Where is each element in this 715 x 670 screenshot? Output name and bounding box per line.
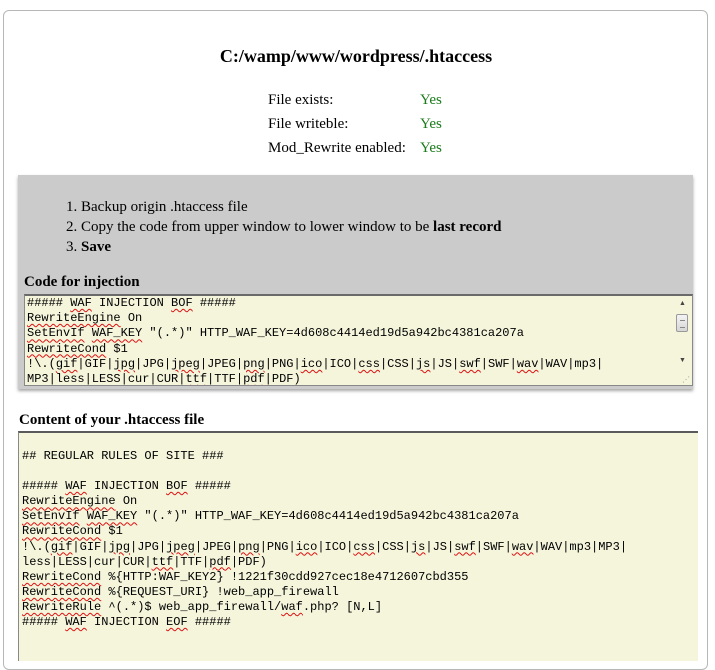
content-line: RewriteCond %{REQUEST_URI} !web_app_fire…: [22, 584, 339, 599]
step-backup: Backup origin .htaccess file: [81, 197, 501, 217]
status-value: Yes: [420, 140, 442, 156]
code-line: !\.(gif|GIF|jpg|JPG|jpeg|JPEG|png|PNG|ic…: [27, 356, 604, 371]
content-line: less|LESS|cur|CUR|ttf|TTF|pdf|PDF): [22, 554, 267, 569]
injection-code-textarea[interactable]: ##### WAF INJECTION BOF ##### RewriteEngi…: [24, 294, 693, 386]
status-label: Mod_Rewrite enabled:: [268, 140, 406, 156]
injection-scrollbar[interactable]: ▲ ▼: [675, 298, 690, 384]
step-save-text: Save: [81, 239, 111, 255]
status-table: File exists: Yes File writeble: Yes Mod_…: [268, 90, 442, 162]
status-row-writable: File writeble: Yes: [268, 114, 442, 138]
instruction-steps: Backup origin .htaccess file Copy the co…: [64, 197, 501, 257]
code-line: MP3|less|LESS|cur|CUR|ttf|TTF|pdf|PDF): [27, 372, 301, 386]
resize-grip-icon[interactable]: ⋰: [682, 375, 690, 384]
code-line: RewriteEngine On: [27, 311, 143, 326]
scroll-down-arrow-icon[interactable]: ▼: [677, 355, 688, 365]
step-save: Save: [81, 237, 501, 257]
status-label: File writeble:: [268, 116, 349, 132]
content-line: ##### WAF INJECTION BOF #####: [22, 479, 231, 494]
content-line: RewriteRule ^(.*)$ web_app_firewall/waf.…: [22, 599, 383, 614]
status-value: Yes: [420, 92, 442, 108]
status-row-mod-rewrite: Mod_Rewrite enabled: Yes: [268, 138, 442, 162]
content-line: SetEnvIf WAF_KEY "(.*)" HTTP_WAF_KEY=4d6…: [22, 509, 519, 524]
code-line: ##### WAF INJECTION BOF #####: [27, 296, 236, 310]
code-line: SetEnvIf WAF_KEY "(.*)" HTTP_WAF_KEY=4d6…: [27, 326, 524, 341]
content-line: RewriteCond %{HTTP:WAF_KEY2} !1221f30cdd…: [22, 569, 469, 584]
step-copy-emphasis: last record: [433, 219, 502, 235]
step-copy: Copy the code from upper window to lower…: [81, 217, 501, 237]
scroll-up-arrow-icon[interactable]: ▲: [677, 298, 688, 308]
instructions-box: Backup origin .htaccess file Copy the co…: [18, 175, 693, 389]
code-line: RewriteCond $1: [27, 341, 128, 356]
content-line: [22, 464, 627, 479]
content-line: RewriteCond $1: [22, 524, 123, 539]
file-path-title: C:/wamp/www/wordpress/.htaccess: [219, 46, 493, 66]
htaccess-content-textarea[interactable]: ## REGULAR RULES OF SITE ### ##### WAF I…: [18, 431, 698, 661]
injection-label: Code for injection: [24, 274, 140, 290]
content-line: ## REGULAR RULES OF SITE ###: [22, 449, 224, 463]
content-label: Content of your .htaccess file: [19, 412, 205, 428]
content-line: ##### WAF INJECTION EOF #####: [22, 615, 231, 630]
status-value: Yes: [420, 116, 442, 132]
content-line: !\.(gif|GIF|jpg|JPG|jpeg|JPEG|png|PNG|ic…: [22, 539, 628, 554]
htaccess-content-text: ## REGULAR RULES OF SITE ### ##### WAF I…: [22, 449, 627, 630]
scroll-thumb[interactable]: [676, 314, 688, 332]
status-label: File exists:: [268, 92, 334, 108]
step-copy-text: Copy the code from upper window to lower…: [81, 219, 434, 235]
injection-code-text: ##### WAF INJECTION BOF ##### RewriteEngi…: [27, 296, 677, 386]
status-row-exists: File exists: Yes: [268, 90, 442, 114]
content-line: RewriteEngine On: [22, 494, 138, 509]
